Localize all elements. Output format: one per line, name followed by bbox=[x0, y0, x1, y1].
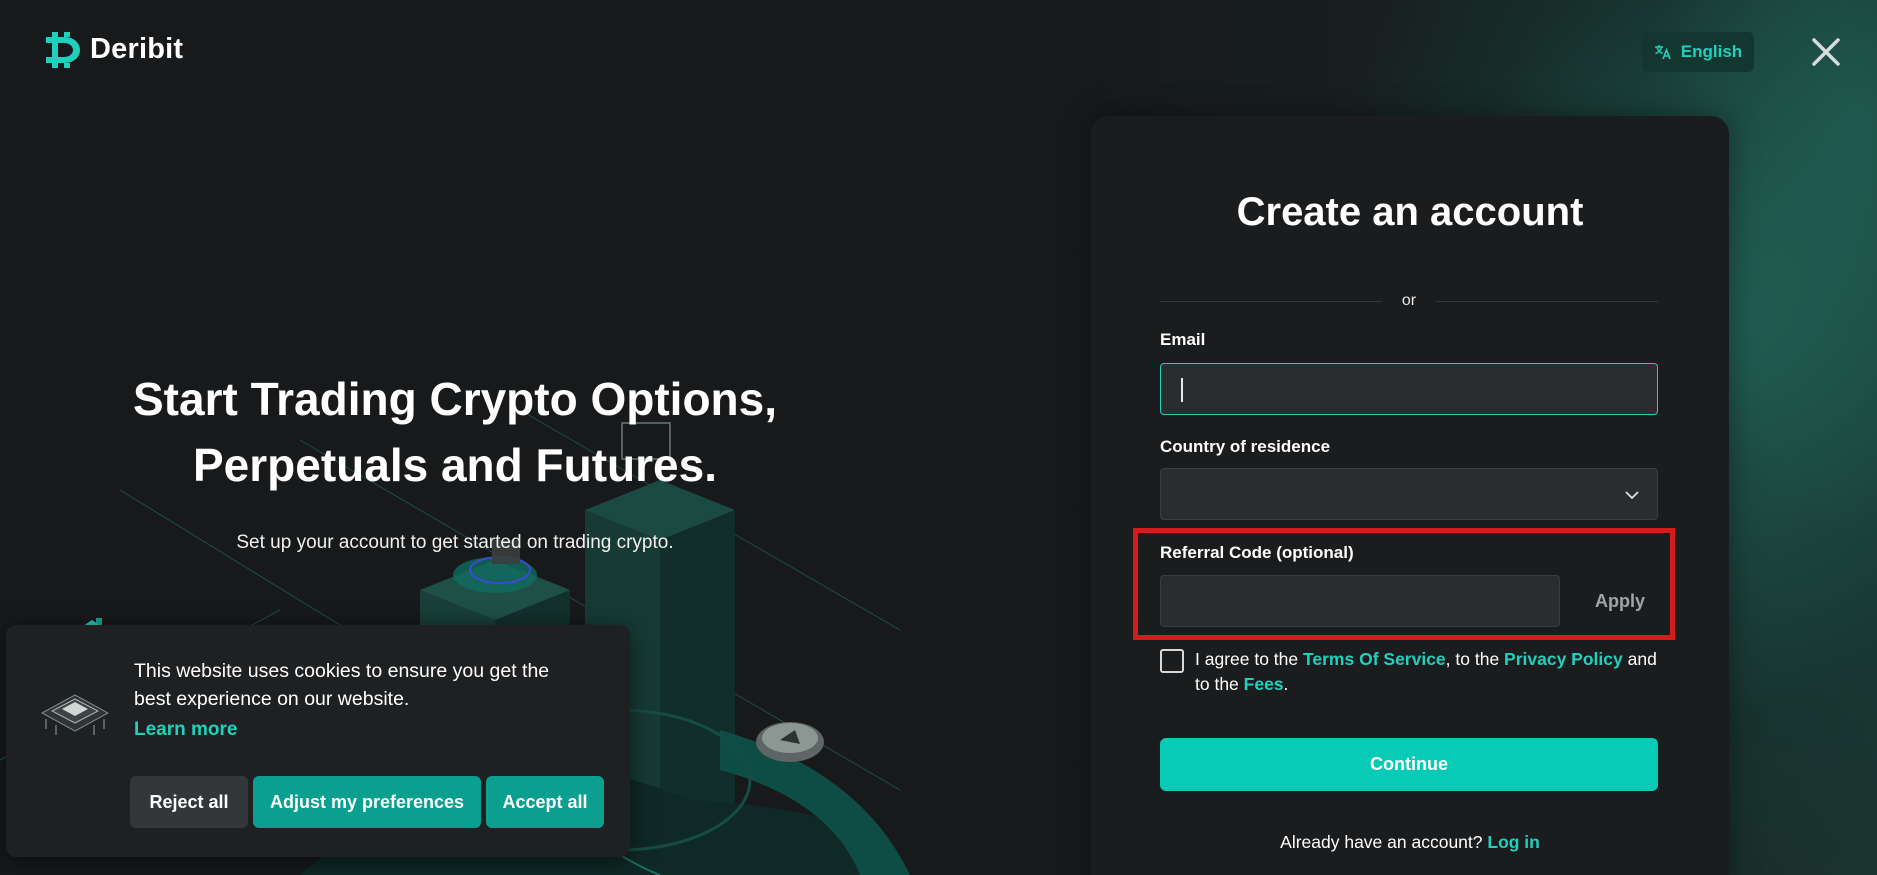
signup-page: Deribit English Start Trading Crypto Opt… bbox=[0, 0, 1877, 875]
country-select[interactable] bbox=[1160, 468, 1658, 520]
hero-title-line2: Perpetuals and Futures. bbox=[192, 439, 717, 491]
logo-text: Deribit bbox=[90, 32, 184, 65]
reject-all-button[interactable]: Reject all bbox=[130, 776, 248, 828]
divider-line-left bbox=[1160, 300, 1382, 302]
learn-more-link[interactable]: Learn more bbox=[134, 719, 237, 741]
fees-link[interactable]: Fees bbox=[1244, 674, 1284, 694]
chevron-down-icon bbox=[1625, 491, 1639, 500]
card-title: Create an account bbox=[1236, 190, 1584, 234]
hero-subtitle: Set up your account to get started on tr… bbox=[236, 532, 674, 553]
deribit-logo-icon bbox=[46, 32, 80, 68]
referral-code-field[interactable] bbox=[1160, 575, 1560, 627]
or-divider: or bbox=[1160, 292, 1659, 310]
divider-text: or bbox=[1401, 292, 1417, 309]
referral-code-input[interactable] bbox=[1161, 576, 1559, 626]
apply-button[interactable]: Apply bbox=[1570, 575, 1670, 627]
terms-checkbox[interactable] bbox=[1160, 649, 1184, 673]
adjust-preferences-button[interactable]: Adjust my preferences bbox=[253, 776, 481, 828]
agree-mid1: , to the bbox=[1445, 649, 1505, 669]
email-field[interactable] bbox=[1160, 363, 1658, 415]
login-prompt: Already have an account? Log in bbox=[1091, 832, 1729, 853]
terms-of-service-link[interactable]: Terms Of Service bbox=[1303, 649, 1446, 669]
language-label: English bbox=[1680, 42, 1743, 61]
referral-label: Referral Code (optional) bbox=[1160, 543, 1354, 562]
login-link[interactable]: Log in bbox=[1487, 832, 1539, 852]
language-button[interactable]: English bbox=[1642, 32, 1754, 72]
text-caret bbox=[1181, 378, 1183, 402]
accept-all-button[interactable]: Accept all bbox=[486, 776, 604, 828]
hero-title: Start Trading Crypto Options, Perpetuals… bbox=[80, 366, 830, 498]
close-icon[interactable] bbox=[1808, 34, 1844, 70]
continue-button[interactable]: Continue bbox=[1160, 738, 1658, 791]
signup-card: Create an account or Email Country of re… bbox=[1091, 116, 1729, 875]
cookie-banner: This website uses cookies to ensure you … bbox=[6, 625, 630, 857]
privacy-policy-link[interactable]: Privacy Policy bbox=[1504, 649, 1623, 669]
cookie-chip-icon bbox=[40, 694, 110, 735]
country-value[interactable] bbox=[1161, 469, 1657, 519]
agree-prefix: I agree to the bbox=[1195, 649, 1303, 669]
terms-text: I agree to the Terms Of Service, to the … bbox=[1195, 647, 1665, 697]
cookie-message: This website uses cookies to ensure you … bbox=[134, 660, 550, 710]
translate-icon bbox=[1654, 45, 1671, 60]
deribit-logo[interactable]: Deribit bbox=[42, 28, 183, 70]
agree-suffix: . bbox=[1283, 674, 1289, 694]
country-label: Country of residence bbox=[1160, 437, 1331, 456]
email-input[interactable] bbox=[1161, 364, 1657, 414]
login-prompt-text: Already have an account? bbox=[1280, 832, 1488, 852]
divider-line-right bbox=[1436, 300, 1659, 302]
email-label: Email bbox=[1160, 330, 1206, 349]
hero-title-line1: Start Trading Crypto Options, bbox=[132, 373, 778, 425]
